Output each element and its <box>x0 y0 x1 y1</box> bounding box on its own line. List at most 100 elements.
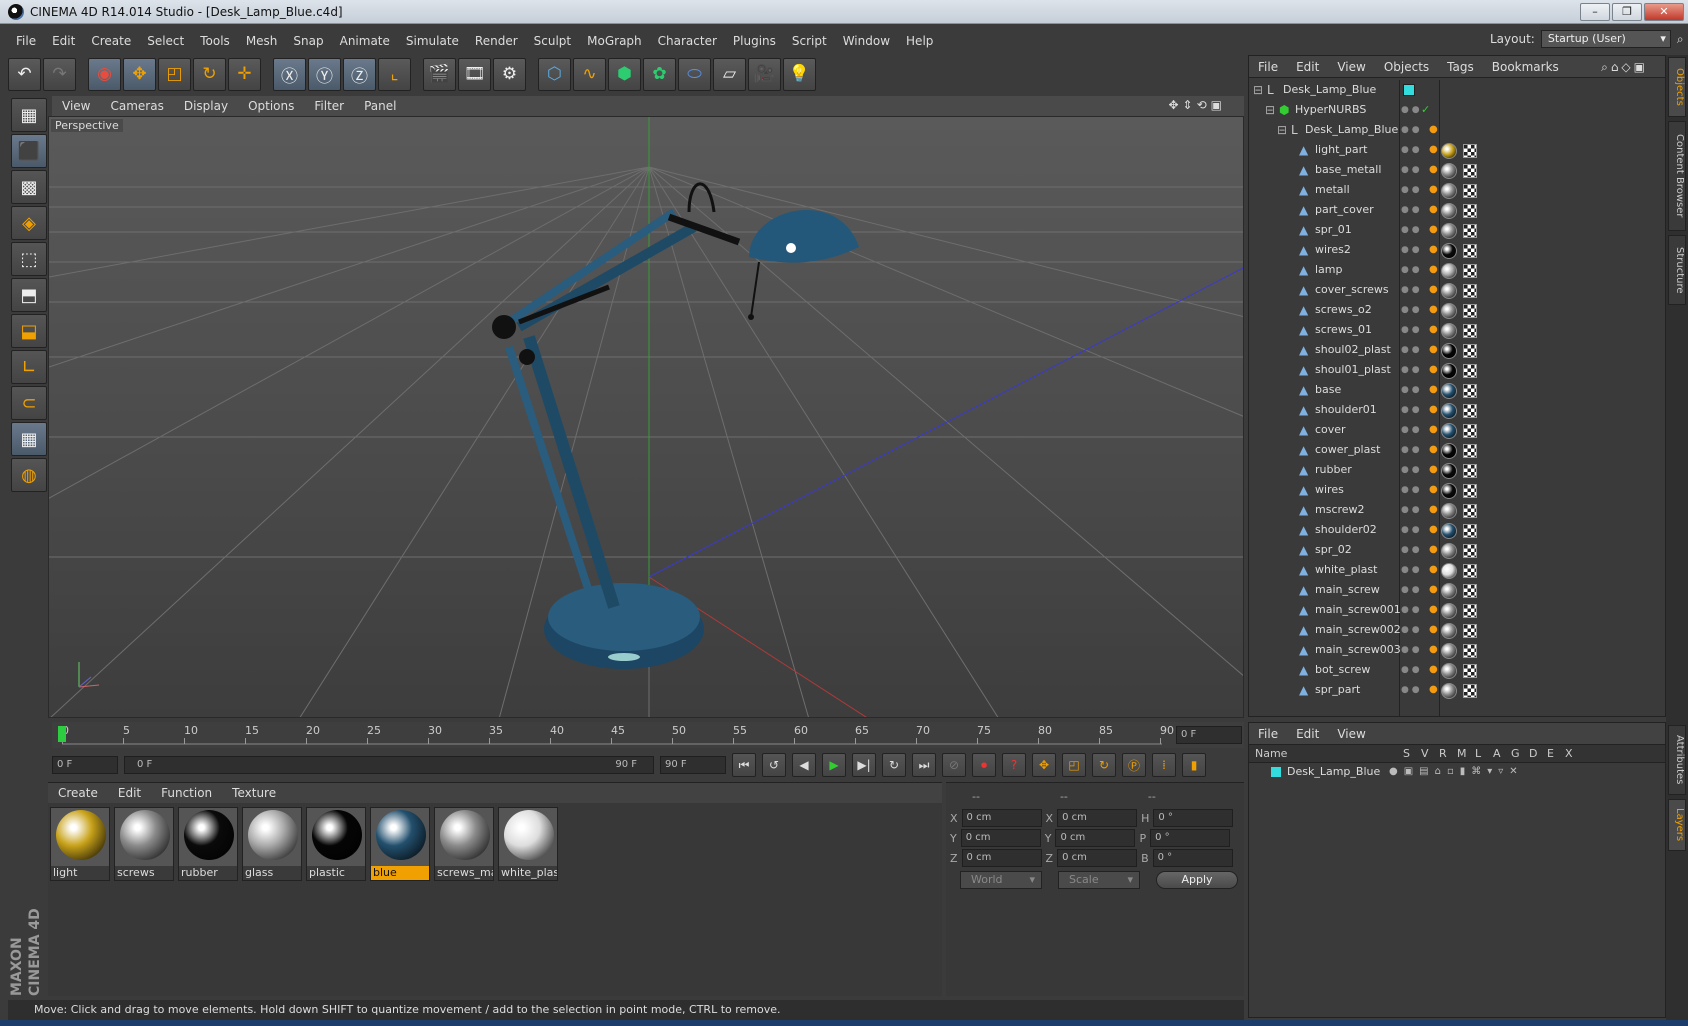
material-tag-icon[interactable] <box>1441 223 1457 239</box>
layout-dropdown[interactable]: Startup (User) <box>1540 30 1671 48</box>
polygons-mode-icon[interactable]: ⬓ <box>11 314 47 348</box>
material-tag-icon[interactable] <box>1441 143 1457 159</box>
visibility-dots[interactable]: ● ● <box>1401 100 1420 120</box>
points-mode-icon[interactable]: ⬚ <box>11 242 47 276</box>
layer-header-a[interactable]: A <box>1493 747 1501 760</box>
point-level-key-icon[interactable]: ⁞ <box>1152 753 1176 777</box>
object-row[interactable]: ▲ base ● ● ● <box>1249 380 1665 400</box>
rotation-b-field[interactable]: 0 ° <box>1152 849 1233 867</box>
layer-header-s[interactable]: S <box>1403 747 1410 760</box>
object-menu-file[interactable]: File <box>1249 60 1287 74</box>
uvw-tag-icon[interactable] <box>1463 644 1477 658</box>
material-swatch[interactable]: blue <box>370 807 430 881</box>
material-tag-icon[interactable] <box>1441 463 1457 479</box>
material-menu-function[interactable]: Function <box>151 786 222 800</box>
enabled-check-icon[interactable]: ✓ <box>1421 100 1430 120</box>
visibility-dots[interactable]: ● ● <box>1401 480 1420 500</box>
material-swatch[interactable]: light <box>50 807 110 881</box>
collapse-icon[interactable]: ⊟ <box>1277 123 1289 137</box>
material-swatch[interactable]: glass <box>242 807 302 881</box>
viewport-navigation-icons[interactable]: ✥⇕⟲▣ <box>1158 98 1236 112</box>
next-frame-icon[interactable]: ▶| <box>852 753 876 777</box>
material-tag-icon[interactable] <box>1441 623 1457 639</box>
make-editable-icon[interactable]: ▦ <box>11 98 47 132</box>
material-tag-icon[interactable] <box>1441 543 1457 559</box>
position-key-icon[interactable]: ✥ <box>1032 753 1056 777</box>
visibility-dots[interactable]: ● ● <box>1401 500 1420 520</box>
object-row[interactable]: ▲ main_screw003 ● ● ● <box>1249 640 1665 660</box>
visibility-dots[interactable]: ● ● <box>1401 360 1420 380</box>
object-row[interactable]: ▲ wires2 ● ● ● <box>1249 240 1665 260</box>
object-manager-nav-icons[interactable]: ⌕⌂◇▣ <box>1592 60 1657 75</box>
material-tag-icon[interactable] <box>1441 403 1457 419</box>
layer-menu-file[interactable]: File <box>1249 727 1287 741</box>
visibility-dots[interactable]: ● ● <box>1401 280 1420 300</box>
uvw-tag-icon[interactable] <box>1463 464 1477 478</box>
object-menu-bookmarks[interactable]: Bookmarks <box>1483 60 1568 74</box>
go-to-start-icon[interactable]: ⏮ <box>732 753 756 777</box>
viewport-menu-options[interactable]: Options <box>238 99 304 113</box>
desk-lamp-model[interactable] <box>491 182 859 669</box>
material-tag-icon[interactable] <box>1441 383 1457 399</box>
visibility-dots[interactable]: ● ● <box>1401 640 1420 660</box>
menu-help[interactable]: Help <box>898 34 941 48</box>
close-button[interactable]: ✕ <box>1644 3 1684 21</box>
menu-render[interactable]: Render <box>467 34 526 48</box>
tab-content-browser[interactable]: Content Browser <box>1668 121 1686 231</box>
object-row[interactable]: ▲ cover ● ● ● <box>1249 420 1665 440</box>
size-z-field[interactable]: 0 cm <box>1057 849 1138 867</box>
uvw-tag-icon[interactable] <box>1463 584 1477 598</box>
uvw-tag-icon[interactable] <box>1463 544 1477 558</box>
maximize-button[interactable]: ❐ <box>1612 3 1642 21</box>
go-to-end-icon[interactable]: ⏭ <box>912 753 936 777</box>
object-row[interactable]: ▲ shoul02_plast ● ● ● <box>1249 340 1665 360</box>
model-mode-icon[interactable]: ⬛ <box>11 134 47 168</box>
search-icon[interactable]: ⌕ <box>1677 32 1684 47</box>
recent-tool-icon[interactable]: ✛ <box>228 57 261 91</box>
tab-attributes[interactable]: Attributes <box>1668 725 1686 795</box>
layer-header-g[interactable]: G <box>1511 747 1520 760</box>
frame-range-slider[interactable]: 0 F 90 F <box>124 756 654 774</box>
object-row[interactable]: ▲ cover_screws ● ● ● <box>1249 280 1665 300</box>
material-tag-icon[interactable] <box>1441 323 1457 339</box>
visibility-dots[interactable]: ● ● <box>1401 160 1420 180</box>
visibility-dots[interactable]: ● ● <box>1401 660 1420 680</box>
uvw-tag-icon[interactable] <box>1463 604 1477 618</box>
uvw-tag-icon[interactable] <box>1463 144 1477 158</box>
visibility-dots[interactable]: ● ● <box>1401 240 1420 260</box>
size-x-field[interactable]: 0 cm <box>1057 809 1138 827</box>
material-tag-icon[interactable] <box>1441 643 1457 659</box>
rotation-p-field[interactable]: 0 ° <box>1150 829 1231 847</box>
layer-header-x[interactable]: X <box>1565 747 1573 760</box>
object-row[interactable]: ▲ spr_02 ● ● ● <box>1249 540 1665 560</box>
position-x-field[interactable]: 0 cm <box>961 809 1042 827</box>
render-view-icon[interactable]: 🎬 <box>423 57 456 91</box>
uvw-tag-icon[interactable] <box>1463 624 1477 638</box>
layer-toggle-icons[interactable]: ●▣▤⌂▫▮⌘▾▿✕ <box>1389 763 1524 781</box>
uvw-tag-icon[interactable] <box>1463 384 1477 398</box>
viewport-menu-cameras[interactable]: Cameras <box>100 99 173 113</box>
viewport-menu-view[interactable]: View <box>52 99 100 113</box>
menu-plugins[interactable]: Plugins <box>725 34 784 48</box>
object-row[interactable]: ▲ spr_01 ● ● ● <box>1249 220 1665 240</box>
visibility-dots[interactable]: ● ● <box>1401 380 1420 400</box>
material-swatch[interactable]: plastic <box>306 807 366 881</box>
deformer-icon[interactable]: ⬭ <box>678 57 711 91</box>
menu-sculpt[interactable]: Sculpt <box>526 34 579 48</box>
undo-icon[interactable]: ↶ <box>8 57 41 91</box>
playhead[interactable] <box>58 726 66 742</box>
menu-mograph[interactable]: MoGraph <box>579 34 650 48</box>
visibility-dots[interactable]: ● ● <box>1401 300 1420 320</box>
object-row[interactable]: ▲ shoul01_plast ● ● ● <box>1249 360 1665 380</box>
material-tag-icon[interactable] <box>1441 203 1457 219</box>
material-menu-texture[interactable]: Texture <box>222 786 286 800</box>
object-row-hypernurbs[interactable]: ⊟ ⬢ HyperNURBS ● ● ✓ <box>1249 100 1665 120</box>
object-menu-edit[interactable]: Edit <box>1287 60 1328 74</box>
menu-edit[interactable]: Edit <box>44 34 83 48</box>
uvw-tag-icon[interactable] <box>1463 184 1477 198</box>
layer-header-v[interactable]: V <box>1421 747 1429 760</box>
object-row[interactable]: ▲ shoulder02 ● ● ● <box>1249 520 1665 540</box>
tab-layers[interactable]: Layers <box>1668 799 1686 851</box>
material-tag-icon[interactable] <box>1441 263 1457 279</box>
move-tool-icon[interactable]: ✥ <box>123 57 156 91</box>
